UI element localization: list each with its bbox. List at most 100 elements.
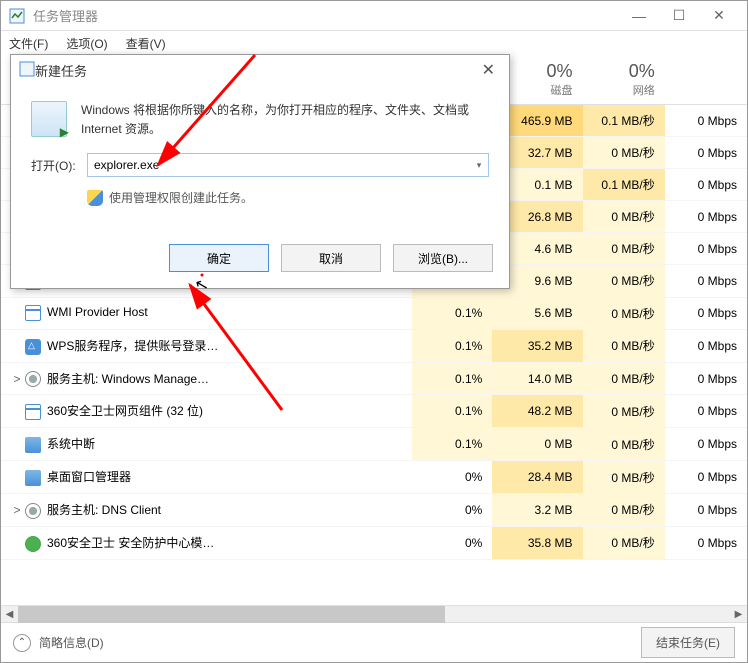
metric-cell: 0 MB xyxy=(492,428,582,461)
metric-cell: 0 Mbps xyxy=(665,329,747,362)
minimize-button[interactable]: — xyxy=(619,8,659,24)
open-label: 打开(O): xyxy=(31,157,87,174)
metric-cell: 0.1 MB/秒 xyxy=(583,169,665,201)
ok-button[interactable]: 确定 xyxy=(169,244,269,272)
process-name: 系统中断 xyxy=(47,437,95,451)
dialog-titlebar[interactable]: 新建任务 ✕ xyxy=(11,55,509,85)
metric-cell: 0% xyxy=(412,493,492,526)
end-task-button[interactable]: 结束任务(E) xyxy=(641,627,735,658)
metric-cell: 0% xyxy=(412,461,492,494)
metric-cell: 0 Mbps xyxy=(665,362,747,395)
menubar: 文件(F) 选项(O) 查看(V) xyxy=(1,31,747,55)
process-name: 360安全卫士 安全防护中心模… xyxy=(47,536,214,550)
metric-cell: 0.1 MB/秒 xyxy=(583,105,665,137)
metric-cell: 0 Mbps xyxy=(665,428,747,461)
browse-button[interactable]: 浏览(B)... xyxy=(393,244,493,272)
statusbar: ⌃ 简略信息(D) 结束任务(E) xyxy=(1,622,747,662)
window-title: 任务管理器 xyxy=(33,6,98,25)
table-row[interactable]: 360安全卫士 安全防护中心模…0%35.8 MB0 MB/秒0 Mbps xyxy=(1,526,747,559)
table-row[interactable]: 360安全卫士网页组件 (32 位)0.1%48.2 MB0 MB/秒0 Mbp… xyxy=(1,395,747,428)
metric-cell: 0 MB/秒 xyxy=(583,297,665,329)
metric-cell: 0 MB/秒 xyxy=(583,137,665,169)
metric-cell: 0 MB/秒 xyxy=(583,201,665,233)
table-row[interactable]: 桌面窗口管理器0%28.4 MB0 MB/秒0 Mbps xyxy=(1,461,747,494)
process-name-cell: WPS服务程序，提供账号登录… xyxy=(1,329,412,362)
metric-cell: 0% xyxy=(412,526,492,559)
process-name-cell: 360安全卫士网页组件 (32 位) xyxy=(1,395,412,428)
close-button[interactable]: ✕ xyxy=(699,7,739,24)
metric-cell: 0 Mbps xyxy=(665,169,747,201)
process-name: 服务主机: DNS Client xyxy=(47,503,161,517)
metric-cell: 0.1% xyxy=(412,329,492,362)
process-name-cell: > 服务主机: DNS Client xyxy=(1,493,412,526)
expand-icon[interactable]: > xyxy=(11,503,23,517)
shield-icon xyxy=(87,190,103,206)
dialog-close-button[interactable]: ✕ xyxy=(476,60,501,80)
process-icon xyxy=(25,404,41,420)
scroll-left-icon[interactable]: ◀ xyxy=(1,606,18,623)
metric-cell: 0 Mbps xyxy=(665,461,747,494)
metric-cell: 0.1% xyxy=(412,428,492,461)
menu-options[interactable]: 选项(O) xyxy=(62,33,111,54)
metric-cell: 0 MB/秒 xyxy=(583,428,665,461)
process-name: 服务主机: Windows Manage… xyxy=(47,372,209,386)
table-row[interactable]: 系统中断 0.1%0 MB0 MB/秒0 Mbps xyxy=(1,428,747,461)
metric-cell: 0 MB/秒 xyxy=(583,265,665,298)
open-input[interactable] xyxy=(88,154,470,176)
metric-cell: 0 Mbps xyxy=(665,105,747,137)
metric-cell: 0 MB/秒 xyxy=(583,329,665,362)
process-icon xyxy=(25,371,41,387)
metric-cell: 0 Mbps xyxy=(665,297,747,329)
menu-file[interactable]: 文件(F) xyxy=(5,33,52,54)
maximize-button[interactable]: ☐ xyxy=(659,7,699,24)
table-row[interactable]: WMI Provider Host 0.1%5.6 MB0 MB/秒0 Mbps xyxy=(1,297,747,329)
metric-cell: 5.6 MB xyxy=(492,297,582,329)
process-name-cell: 桌面窗口管理器 xyxy=(1,461,412,494)
chevron-up-icon[interactable]: ⌃ xyxy=(13,634,31,652)
table-row[interactable]: WPS服务程序，提供账号登录… 0.1%35.2 MB0 MB/秒0 Mbps xyxy=(1,329,747,362)
fewer-details-link[interactable]: 简略信息(D) xyxy=(39,634,104,651)
open-combobox[interactable]: ▾ xyxy=(87,153,489,177)
expand-icon[interactable]: > xyxy=(11,372,23,386)
titlebar[interactable]: 任务管理器 — ☐ ✕ xyxy=(1,1,747,31)
dialog-title: 新建任务 xyxy=(35,61,87,80)
col-header-network[interactable]: 0%网络 xyxy=(583,55,665,105)
metric-cell: 35.2 MB xyxy=(492,329,582,362)
admin-text: 使用管理权限创建此任务。 xyxy=(109,189,253,206)
process-icon xyxy=(25,536,41,552)
process-icon xyxy=(25,437,41,453)
metric-cell: 14.0 MB xyxy=(492,362,582,395)
metric-cell: 3.2 MB xyxy=(492,493,582,526)
table-row[interactable]: > 服务主机: Windows Manage… 0.1%14.0 MB0 MB/秒0… xyxy=(1,362,747,395)
metric-cell: 0 MB/秒 xyxy=(583,362,665,395)
process-name: WMI Provider Host xyxy=(47,306,148,320)
menu-view[interactable]: 查看(V) xyxy=(122,33,170,54)
process-name: 桌面窗口管理器 xyxy=(47,470,131,484)
process-name: WPS服务程序，提供账号登录… xyxy=(47,339,218,353)
process-icon xyxy=(25,503,41,519)
scroll-thumb[interactable] xyxy=(18,606,445,623)
metric-cell: 0.1% xyxy=(412,395,492,428)
metric-cell: 0 Mbps xyxy=(665,233,747,265)
horizontal-scrollbar[interactable]: ◀ ▶ xyxy=(1,605,747,622)
metric-cell: 48.2 MB xyxy=(492,395,582,428)
metric-cell: 0 Mbps xyxy=(665,201,747,233)
metric-cell: 0 Mbps xyxy=(665,265,747,298)
process-name-cell: 系统中断 xyxy=(1,428,412,461)
table-row[interactable]: >服务主机: DNS Client0%3.2 MB0 MB/秒0 Mbps xyxy=(1,493,747,526)
process-name-cell: 360安全卫士 安全防护中心模… xyxy=(1,526,412,559)
scroll-right-icon[interactable]: ▶ xyxy=(730,606,747,623)
process-name-cell: WMI Provider Host xyxy=(1,297,412,329)
cancel-button[interactable]: 取消 xyxy=(281,244,381,272)
chevron-down-icon[interactable]: ▾ xyxy=(470,154,488,176)
metric-cell: 0.1% xyxy=(412,297,492,329)
metric-cell: 0.1% xyxy=(412,362,492,395)
metric-cell: 0 Mbps xyxy=(665,526,747,559)
run-icon xyxy=(31,101,67,137)
metric-cell: 0 Mbps xyxy=(665,395,747,428)
metric-cell: 0 MB/秒 xyxy=(583,526,665,559)
process-name-cell: > 服务主机: Windows Manage… xyxy=(1,362,412,395)
process-icon xyxy=(25,305,41,321)
metric-cell: 0 MB/秒 xyxy=(583,493,665,526)
metric-cell: 28.4 MB xyxy=(492,461,582,494)
